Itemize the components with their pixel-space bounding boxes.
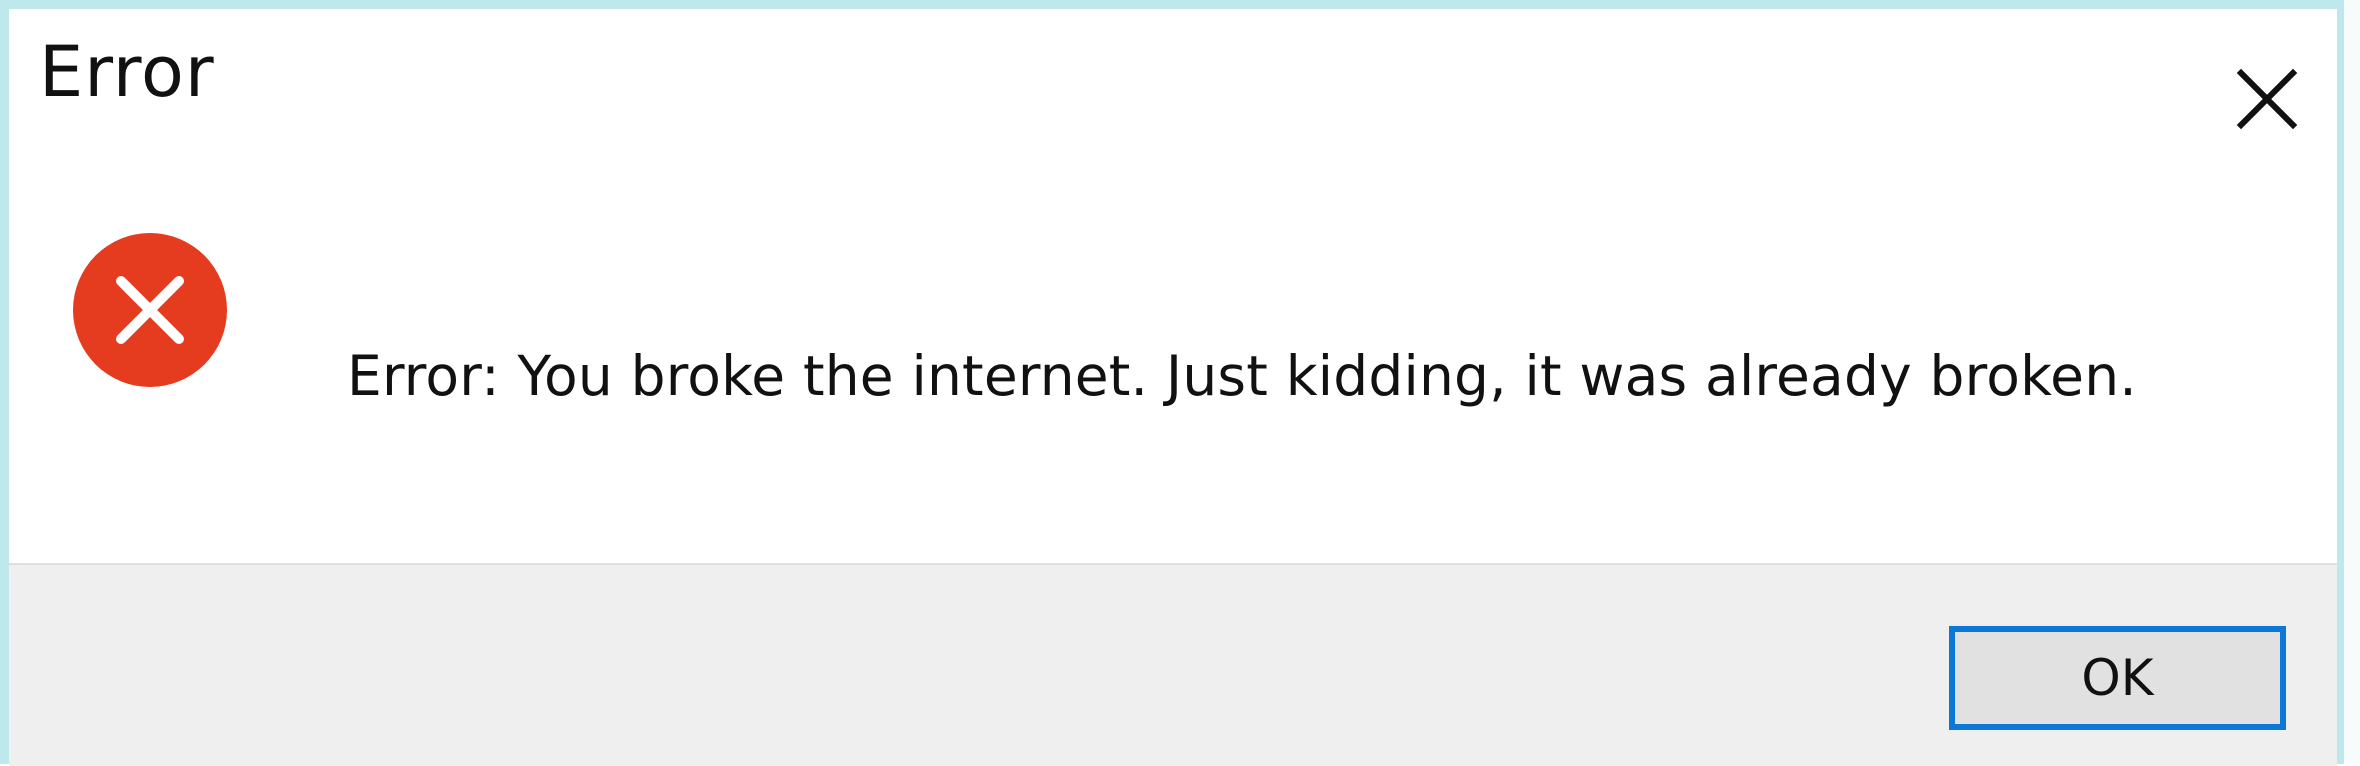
dialog-footer: OK (9, 563, 2337, 766)
dialog-title: Error (39, 31, 215, 113)
error-message: Error: You broke the internet. Just kidd… (347, 344, 2137, 408)
close-icon (2236, 68, 2298, 130)
ok-button[interactable]: OK (1949, 626, 2286, 730)
error-dialog: Error Error: You broke the internet. Jus… (0, 0, 2344, 766)
background-edge (2344, 0, 2360, 764)
dialog-content: Error Error: You broke the internet. Jus… (9, 9, 2337, 563)
error-icon (69, 229, 231, 391)
close-button[interactable] (2229, 61, 2305, 137)
